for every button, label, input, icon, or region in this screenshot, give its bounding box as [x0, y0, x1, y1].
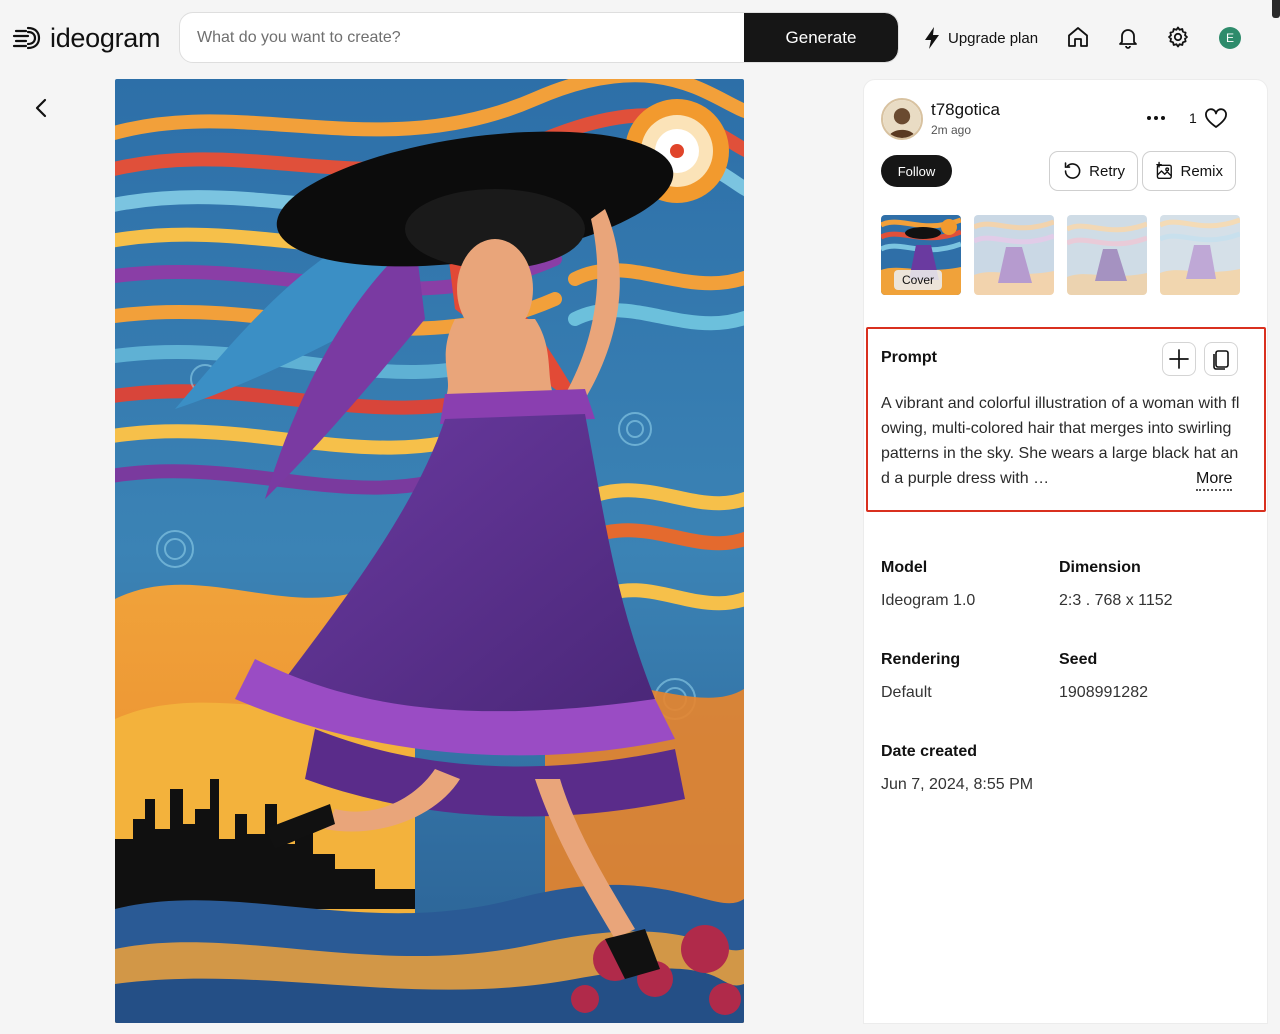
logo[interactable]: ideogram [12, 20, 160, 56]
prompt-section: Prompt A vibrant and colorful illustrati… [866, 327, 1266, 512]
settings-button[interactable] [1166, 25, 1190, 49]
notifications-button[interactable] [1116, 25, 1140, 49]
creator-username[interactable]: t78gotica [931, 100, 1000, 120]
creator-avatar[interactable] [881, 98, 923, 140]
thumbnail-variation[interactable] [1160, 215, 1240, 295]
thumbnail-cover[interactable]: Cover [881, 215, 961, 295]
plus-icon [1169, 349, 1189, 369]
upgrade-plan-button[interactable]: Upgrade plan [922, 24, 1038, 52]
more-horizontal-icon [1147, 116, 1165, 120]
retry-icon [1064, 162, 1081, 179]
dimension-label: Dimension [1059, 559, 1141, 576]
model-value: Ideogram 1.0 [881, 592, 976, 609]
bell-icon [1119, 29, 1137, 49]
cover-badge: Cover [894, 270, 943, 290]
remix-button[interactable]: Remix [1142, 151, 1236, 191]
logo-text: ideogram [50, 22, 161, 53]
more-options-button[interactable] [1144, 106, 1168, 130]
artwork-illustration [115, 79, 744, 1023]
post-time: 2m ago [931, 123, 972, 137]
generate-button[interactable]: Generate [744, 13, 898, 62]
chevron-left-icon [35, 98, 47, 118]
home-icon [1068, 27, 1088, 47]
rendering-value: Default [881, 684, 932, 701]
model-label: Model [881, 559, 928, 576]
creator-avatar-image [883, 100, 921, 138]
date-created-value: Jun 7, 2024, 8:55 PM [881, 776, 1034, 793]
dimension-value: 2:3 . 768 x 1152 [1059, 592, 1173, 609]
lightning-icon [925, 27, 939, 49]
follow-button[interactable]: Follow [881, 155, 952, 187]
gear-icon [1168, 26, 1188, 48]
ideogram-logo-icon [12, 26, 41, 50]
thumbnail-image [1067, 215, 1147, 295]
generated-image[interactable] [115, 79, 744, 1023]
like-button[interactable] [1204, 107, 1228, 131]
prompt-input[interactable] [180, 13, 744, 62]
home-button[interactable] [1066, 25, 1090, 49]
upgrade-plan-label: Upgrade plan [948, 29, 1039, 47]
thumbnail-image [974, 215, 1054, 295]
details-panel: t78gotica 2m ago 1 Follow Retry Remix Co… [863, 79, 1268, 1024]
back-button[interactable] [30, 96, 54, 120]
remix-label: Remix [1180, 162, 1223, 180]
thumbnail-variation[interactable] [974, 215, 1054, 295]
window-scrollbar[interactable] [1272, 0, 1280, 18]
seed-label: Seed [1059, 651, 1098, 668]
seed-value: 1908991282 [1059, 684, 1148, 701]
thumbnail-image [1160, 215, 1240, 295]
copy-prompt-button[interactable] [1204, 342, 1238, 376]
image-plus-icon [1156, 161, 1172, 179]
date-created-label: Date created [881, 743, 978, 760]
prompt-more-link[interactable]: More [1196, 469, 1233, 491]
add-prompt-button[interactable] [1162, 342, 1196, 376]
thumbnail-variation[interactable] [1067, 215, 1147, 295]
prompt-title: Prompt [881, 349, 937, 366]
top-bar: ideogram Generate Upgrade plan E [0, 0, 1280, 76]
user-avatar-button[interactable]: E [1219, 27, 1241, 49]
copy-icon [1213, 350, 1229, 370]
like-count: 1 [1189, 110, 1197, 126]
heart-icon [1205, 108, 1227, 128]
retry-button[interactable]: Retry [1049, 151, 1138, 191]
variation-thumbnails: Cover [881, 215, 1240, 295]
prompt-search-bar: Generate [179, 12, 899, 63]
rendering-label: Rendering [881, 651, 961, 668]
retry-label: Retry [1089, 162, 1125, 180]
prompt-text: A vibrant and colorful illustration of a… [881, 395, 1240, 487]
